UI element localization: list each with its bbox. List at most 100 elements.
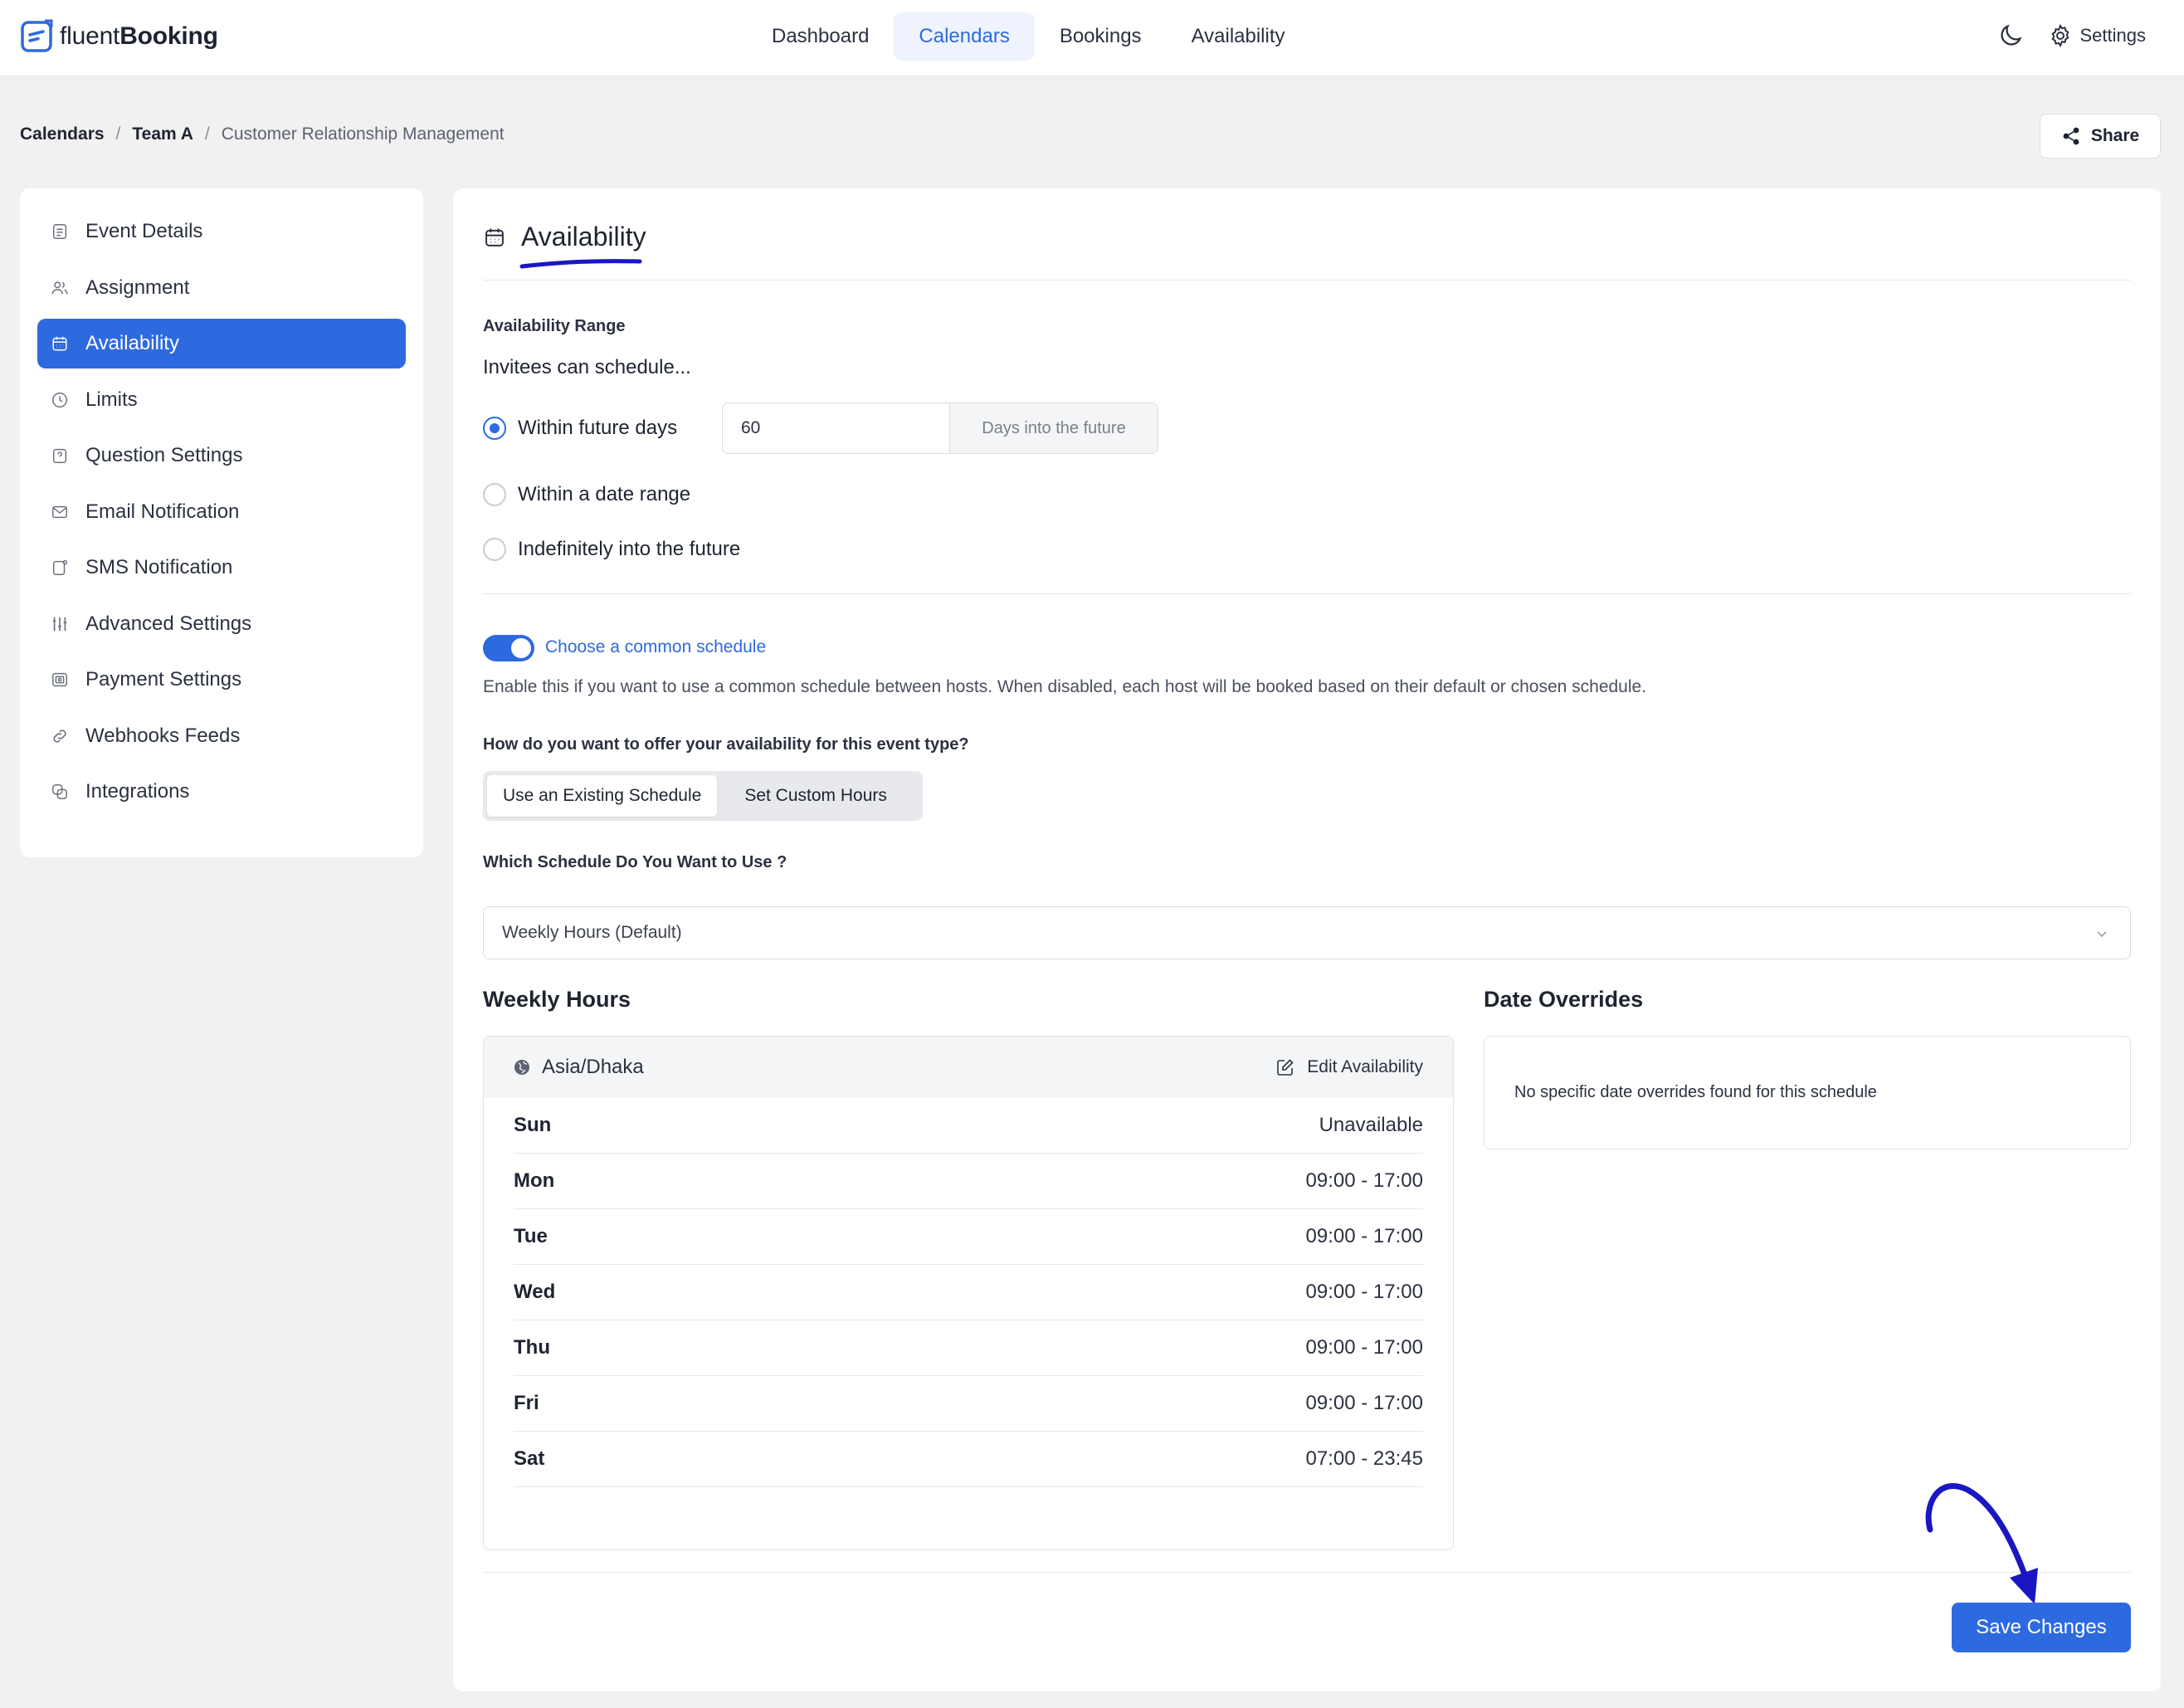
save-changes-button[interactable]: Save Changes [1952, 1603, 2131, 1652]
invitees-label: Invitees can schedule... [483, 356, 691, 378]
day-row-thu: Thu 09:00 - 17:00 [514, 1320, 1423, 1376]
availability-range-label: Availability Range [483, 317, 626, 335]
nav-dashboard[interactable]: Dashboard [747, 12, 894, 61]
sidebar-item-integrations[interactable]: Integrations [37, 767, 406, 817]
sidebar-item-label: Integrations [85, 780, 190, 803]
annotation-arrow-icon [1925, 1483, 2038, 1604]
users-icon [51, 281, 68, 294]
date-overrides-empty-text: No specific date overrides found for thi… [1514, 1083, 1877, 1101]
date-overrides-title: Date Overrides [1484, 987, 1644, 1012]
radio-button[interactable] [483, 538, 506, 561]
integrations-icon [52, 784, 67, 799]
share-button[interactable]: Share [2040, 114, 2161, 159]
breadcrumb-separator: / [115, 124, 121, 144]
radio-label: Within future days [518, 417, 678, 439]
section-divider [483, 593, 2131, 594]
main-nav: Dashboard Calendars Bookings Availabilit… [747, 12, 1310, 61]
top-right-actions: Settings [1996, 22, 2147, 50]
sidebar-item-advanced-settings[interactable]: Advanced Settings [37, 599, 406, 649]
common-schedule-help: Enable this if you want to use a common … [483, 677, 1647, 696]
future-days-input[interactable]: 60 [722, 403, 949, 454]
set-custom-hours-tab[interactable]: Set Custom Hours [729, 775, 903, 817]
footer-divider [483, 1572, 2131, 1573]
radio-within-date-range[interactable]: Within a date range [483, 483, 690, 506]
weekly-hours-card: Asia/Dhaka Edit Availability Sun Unavail… [483, 1036, 1454, 1550]
document-icon [52, 224, 67, 239]
sidebar-item-availability[interactable]: Availability [37, 319, 406, 368]
edit-availability-label: Edit Availability [1307, 1057, 1423, 1076]
timezone-label: Asia/Dhaka [542, 1056, 644, 1078]
top-navigation-bar: fluentBooking Dashboard Calendars Bookin… [0, 0, 2184, 76]
panel-header: Availability [483, 222, 646, 252]
edit-availability-link[interactable]: Edit Availability [1275, 1057, 1423, 1077]
sidebar-item-assignment[interactable]: Assignment [37, 263, 406, 313]
radio-indefinitely[interactable]: Indefinitely into the future [483, 538, 740, 561]
sidebar-item-limits[interactable]: Limits [37, 375, 406, 425]
day-row-fri: Fri 09:00 - 17:00 [514, 1376, 1423, 1432]
day-row-sun: Sun Unavailable [514, 1098, 1423, 1154]
sidebar-item-label: Email Notification [85, 500, 240, 523]
calendar-icon [485, 228, 504, 246]
share-label: Share [2090, 126, 2140, 145]
chevron-down-icon [2097, 931, 2107, 938]
day-hours: Unavailable [1319, 1114, 1423, 1136]
sidebar-item-webhooks-feeds[interactable]: Webhooks Feeds [37, 711, 406, 761]
sidebar-item-question-settings[interactable]: Question Settings [37, 431, 406, 481]
clock-icon [52, 392, 67, 407]
common-schedule-label[interactable]: Choose a common schedule [545, 637, 766, 657]
date-overrides-card: No specific date overrides found for thi… [1484, 1036, 2131, 1149]
nav-calendars[interactable]: Calendars [894, 12, 1035, 61]
sidebar-item-label: Availability [85, 332, 179, 354]
settings-label: Settings [2079, 25, 2147, 46]
link-icon [53, 729, 66, 743]
day-hours: 09:00 - 17:00 [1305, 1392, 1423, 1414]
sidebar-item-label: Advanced Settings [85, 612, 252, 635]
app-logo[interactable]: fluentBooking [20, 18, 218, 55]
breadcrumb-current: Customer Relationship Management [221, 124, 505, 144]
breadcrumb-team[interactable]: Team A [132, 124, 193, 144]
day-row-wed: Wed 09:00 - 17:00 [514, 1265, 1423, 1320]
weekly-hours-title: Weekly Hours [483, 987, 631, 1012]
day-hours: 09:00 - 17:00 [1305, 1336, 1423, 1359]
day-name: Sat [514, 1447, 545, 1470]
settings-link[interactable]: Settings [2048, 23, 2147, 48]
radio-label: Within a date range [518, 483, 691, 505]
day-name: Fri [514, 1392, 539, 1414]
common-schedule-toggle[interactable] [483, 635, 534, 661]
breadcrumb-calendars[interactable]: Calendars [20, 124, 105, 144]
sidebar-item-label: Event Details [85, 220, 203, 242]
sidebar-item-label: Question Settings [85, 444, 243, 466]
offer-question: How do you want to offer your availabili… [483, 735, 969, 754]
sidebar-item-label: SMS Notification [85, 556, 233, 578]
radio-within-future-days[interactable]: Within future days [483, 417, 677, 440]
sidebar-item-sms-notification[interactable]: SMS Notification [37, 543, 406, 593]
day-hours: 09:00 - 17:00 [1305, 1281, 1423, 1303]
radio-button-checked[interactable] [483, 417, 506, 440]
day-name: Mon [514, 1169, 555, 1192]
edit-icon [1277, 1059, 1294, 1076]
schedule-select[interactable]: Weekly Hours (Default) [483, 906, 2131, 959]
dark-mode-moon-icon[interactable] [1996, 22, 2025, 50]
share-icon [2063, 127, 2079, 145]
sidebar-item-event-details[interactable]: Event Details [37, 207, 406, 256]
sidebar-item-label: Assignment [85, 276, 190, 299]
radio-label: Indefinitely into the future [518, 538, 741, 560]
sidebar-item-payment-settings[interactable]: Payment Settings [37, 655, 406, 705]
sidebar-item-email-notification[interactable]: Email Notification [37, 487, 406, 537]
day-name: Wed [514, 1281, 556, 1303]
calendar-icon [52, 336, 67, 351]
question-icon [52, 448, 67, 463]
sidebar-item-label: Limits [85, 388, 138, 411]
day-row-sat: Sat 07:00 - 23:45 [514, 1432, 1423, 1487]
gear-icon [2050, 24, 2069, 47]
day-row-tue: Tue 09:00 - 17:00 [514, 1209, 1423, 1265]
day-name: Thu [514, 1336, 550, 1359]
page-title: Availability [521, 222, 646, 251]
day-hours: 07:00 - 23:45 [1305, 1447, 1423, 1470]
nav-availability[interactable]: Availability [1167, 12, 1310, 61]
radio-button[interactable] [483, 483, 506, 506]
use-existing-schedule-tab[interactable]: Use an Existing Schedule [487, 775, 718, 817]
header-divider [483, 280, 2131, 281]
day-hours: 09:00 - 17:00 [1305, 1169, 1423, 1192]
nav-bookings[interactable]: Bookings [1035, 12, 1167, 61]
